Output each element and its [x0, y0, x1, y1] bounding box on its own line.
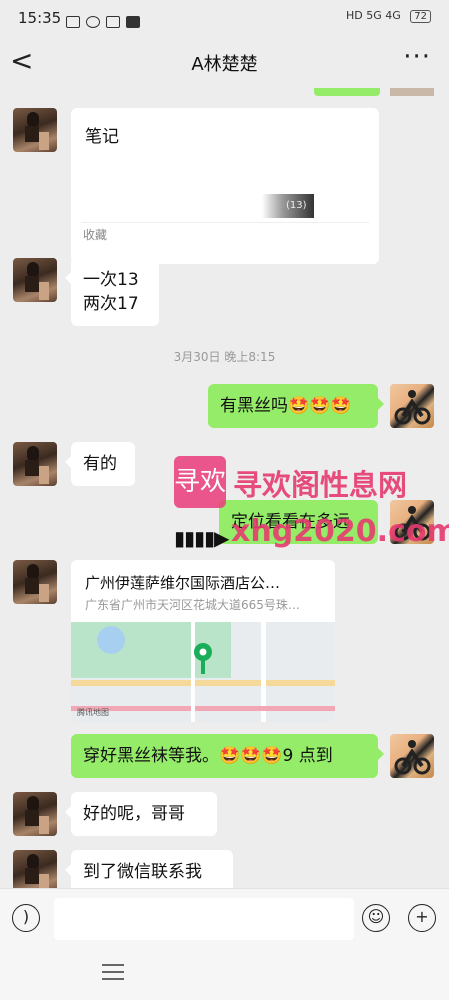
emoji-icon[interactable]: ☺	[362, 904, 390, 932]
note-card[interactable]: 笔记 (13) 收藏	[71, 108, 379, 264]
person-photo-icon	[25, 854, 49, 888]
message-bubble[interactable]: 到了微信联系我	[65, 850, 233, 888]
motorcycle-photo-icon	[394, 506, 431, 541]
motorcycle-photo-icon	[394, 390, 431, 425]
person-photo-icon	[25, 564, 49, 602]
message-bubble[interactable]: 好的呢，哥哥	[65, 792, 217, 836]
person-photo-icon	[25, 446, 49, 484]
chat-title: A林楚楚	[191, 54, 258, 75]
motorcycle-photo-icon	[394, 740, 431, 775]
message-text: 两次17	[83, 294, 139, 314]
contact-avatar[interactable]	[13, 442, 57, 486]
location-name: 广州伊莲萨维尔国际酒店公…	[85, 574, 281, 592]
note-title: 笔记	[85, 127, 119, 147]
qq-icon	[86, 15, 100, 28]
map-source-label: 腾讯地图	[77, 708, 109, 717]
message-text: 有黑丝吗🤩🤩🤩	[220, 396, 352, 416]
previous-message-bubble[interactable]	[314, 88, 380, 96]
contact-avatar[interactable]	[13, 108, 57, 152]
tiktok-icon	[126, 15, 140, 28]
status-bar: 15:35 HD 5G 4G 72	[0, 0, 449, 36]
voice-icon[interactable]: )	[12, 904, 40, 932]
notification-icons	[66, 11, 146, 30]
message-text: 有的	[83, 454, 117, 474]
status-right: HD 5G 4G 72	[346, 9, 431, 23]
contact-avatar[interactable]	[13, 850, 57, 888]
message-bubble[interactable]: 有黑丝吗🤩🤩🤩	[208, 384, 384, 428]
message-bubble[interactable]: 一次13 两次17	[65, 258, 159, 326]
my-avatar[interactable]	[390, 500, 434, 544]
status-time: 15:35	[18, 9, 62, 27]
message-input[interactable]	[54, 898, 354, 940]
system-nav-bar	[0, 946, 449, 1000]
note-source-label: 收藏	[83, 228, 108, 242]
message-text: 到了微信联系我	[83, 862, 202, 882]
chat-header: < A林楚楚 ···	[0, 36, 449, 88]
message-text: 一次13	[83, 270, 139, 290]
person-photo-icon	[25, 112, 49, 150]
divider	[81, 222, 369, 223]
message-bubble[interactable]: 定位看看在多远	[219, 500, 378, 544]
more-options-button[interactable]: ···	[403, 42, 431, 72]
battery-icon: 72	[410, 10, 431, 23]
person-photo-icon	[25, 796, 49, 834]
location-map[interactable]: 腾讯地图	[71, 622, 335, 722]
message-text: 好的呢，哥哥	[83, 804, 185, 824]
mail-icon	[106, 15, 120, 28]
contact-avatar[interactable]	[13, 258, 57, 302]
location-card[interactable]: 广州伊莲萨维尔国际酒店公… 广东省广州市天河区花城大道665号珠… 腾讯地图	[71, 560, 335, 722]
my-avatar[interactable]	[390, 734, 434, 778]
note-count: (13)	[286, 200, 307, 211]
message-bubble[interactable]: 有的	[65, 442, 135, 486]
my-avatar[interactable]	[390, 384, 434, 428]
chat-area[interactable]: 笔记 (13) 收藏 一次13 两次17 3月30日 晚上8:15 有黑丝吗🤩🤩…	[0, 88, 449, 888]
network-indicator: HD 5G 4G	[345, 9, 401, 22]
message-text: 穿好黑丝袜等我。🤩🤩🤩9 点到	[83, 746, 333, 766]
contact-avatar[interactable]	[13, 792, 57, 836]
menu-icon[interactable]	[102, 964, 124, 985]
message-bubble[interactable]: 穿好黑丝袜等我。🤩🤩🤩9 点到	[71, 734, 384, 778]
chat-timestamp: 3月30日 晚上8:15	[173, 350, 276, 364]
contact-avatar[interactable]	[13, 560, 57, 604]
app-icon	[66, 15, 80, 28]
previous-avatar[interactable]	[390, 88, 434, 96]
person-photo-icon	[25, 262, 49, 300]
map-icon	[71, 622, 335, 722]
plus-icon[interactable]: +	[408, 904, 436, 932]
message-text: 定位看看在多远	[231, 512, 350, 532]
input-bar: ) ☺ +	[0, 888, 449, 947]
location-address: 广东省广州市天河区花城大道665号珠…	[85, 598, 300, 612]
